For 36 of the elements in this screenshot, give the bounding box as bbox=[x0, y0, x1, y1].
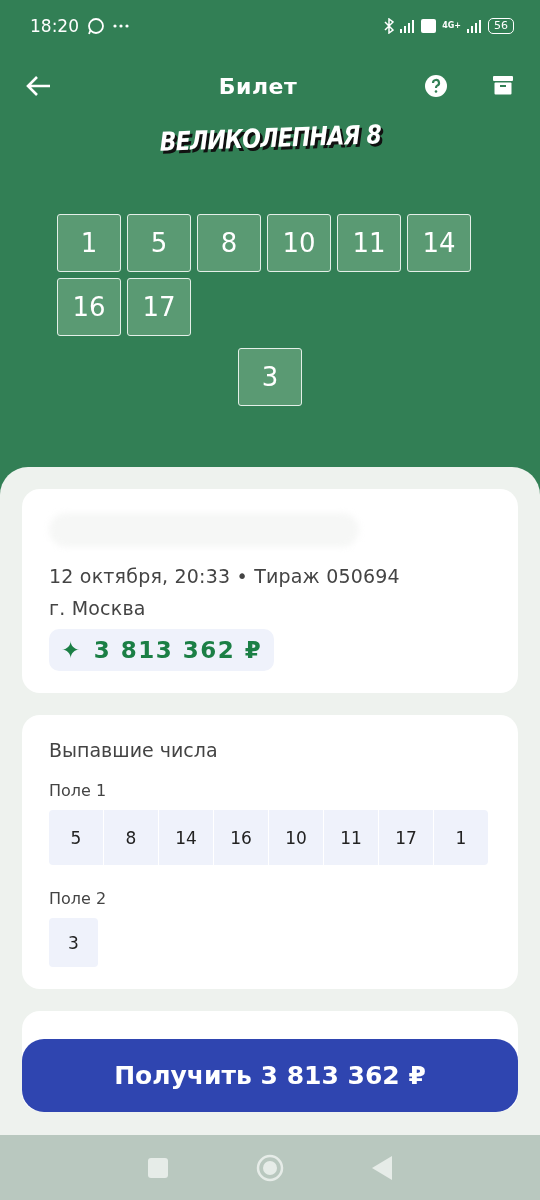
number-cell: 10 bbox=[269, 810, 323, 865]
number-tile: 8 bbox=[197, 214, 261, 272]
help-button[interactable] bbox=[422, 72, 450, 100]
number-cell: 5 bbox=[49, 810, 103, 865]
city-text: г. Москва bbox=[49, 597, 147, 619]
network-label: 4G+ bbox=[442, 22, 461, 30]
chat-app-icon bbox=[87, 17, 105, 35]
prize-badge: ✦ 3 813 362 ₽ bbox=[49, 629, 275, 671]
field-label: Поле 1 bbox=[49, 781, 108, 800]
claim-prize-button[interactable]: Получить 3 813 362 ₽ bbox=[22, 1039, 518, 1112]
screen-title: Билет bbox=[217, 73, 299, 99]
number-tile: 5 bbox=[127, 214, 191, 272]
number-cell: 16 bbox=[214, 810, 268, 865]
battery-level: 56 bbox=[488, 18, 514, 34]
number-cell: 3 bbox=[49, 918, 98, 967]
number-tile: 10 bbox=[267, 214, 331, 272]
field-label: Поле 2 bbox=[49, 889, 108, 908]
number-cell: 14 bbox=[159, 810, 213, 865]
number-tile: 1 bbox=[57, 214, 121, 272]
number-tile: 11 bbox=[337, 214, 401, 272]
game-logo: ВЕЛИКОЛЕПНАЯ 8 bbox=[158, 120, 382, 158]
number-cell: 8 bbox=[104, 810, 158, 865]
number-cell: 1 bbox=[434, 810, 488, 865]
more-icon bbox=[113, 24, 129, 28]
clock-time: 18:20 bbox=[30, 16, 79, 36]
number-cell: 11 bbox=[324, 810, 378, 865]
number-cell: 17 bbox=[379, 810, 433, 865]
signal-icon bbox=[467, 19, 482, 33]
draw-date-text: 12 октября, 20:33 • Тираж 050694 bbox=[49, 565, 401, 587]
signal-icon bbox=[400, 19, 416, 33]
section-title: Выпавшие числа bbox=[49, 739, 219, 761]
number-tile: 17 bbox=[127, 278, 191, 336]
bluetooth-icon bbox=[384, 18, 395, 34]
number-tile: 14 bbox=[407, 214, 471, 272]
number-tile: 3 bbox=[238, 348, 302, 406]
number-tile: 16 bbox=[57, 278, 121, 336]
